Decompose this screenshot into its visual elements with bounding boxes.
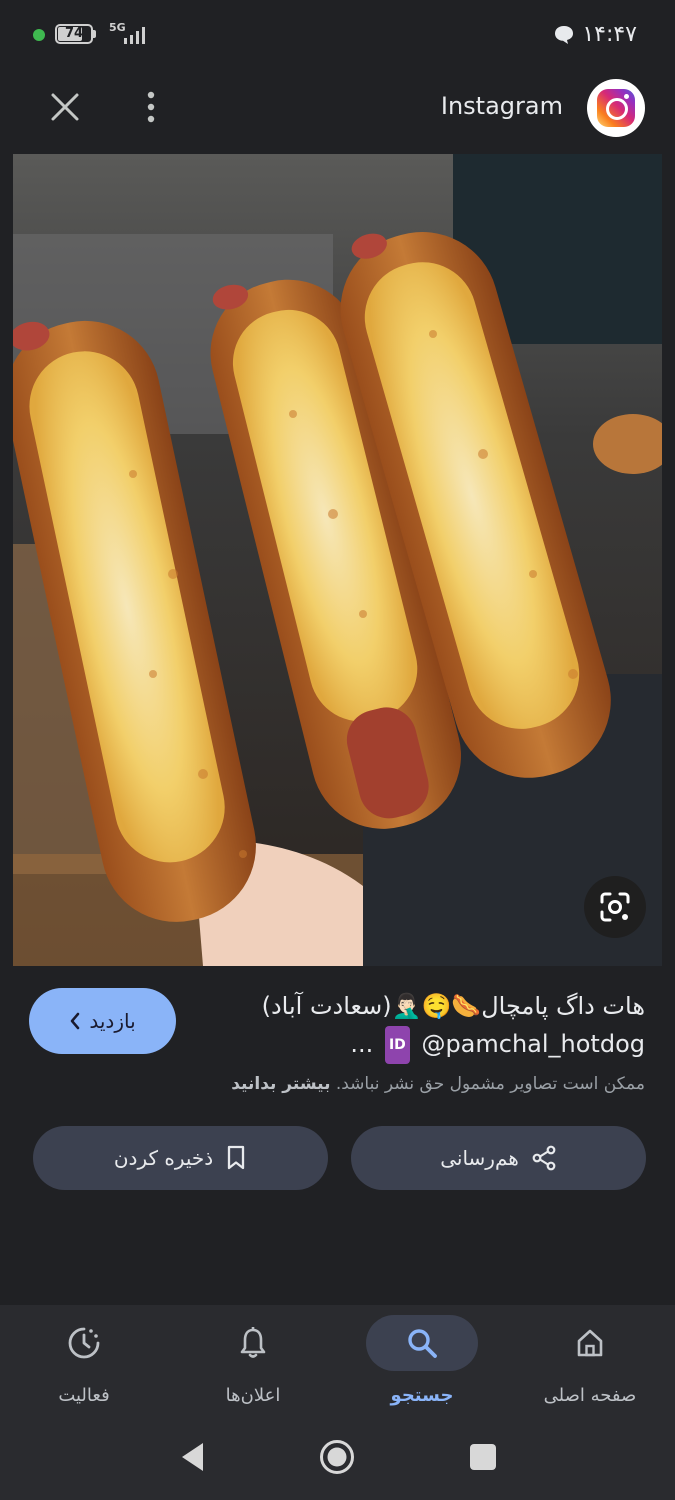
battery-level: 74 [64, 26, 84, 41]
signal-icon [124, 27, 145, 44]
clock: ۱۴:۴۷ [582, 22, 637, 47]
image-title[interactable]: هات داگ پامچال🌭🤤🤦🏻‍♂️(سعادت آباد) [225, 988, 645, 1024]
nav-activity[interactable]: فعالیت [0, 1305, 168, 1406]
chevron-left-icon [71, 1012, 80, 1030]
nav-search-pill [366, 1315, 478, 1371]
nav-home-pill [534, 1315, 646, 1371]
bookmark-icon [228, 1145, 245, 1170]
image-title-line2[interactable]: ... ID @pamchal_hotdog [225, 1026, 645, 1064]
nav-notifications-pill [197, 1315, 309, 1371]
home-icon [577, 1329, 603, 1357]
copyright-notice: ممکن است تصاویر مشمول حق نشر نباشد. بیشت… [45, 1071, 645, 1097]
nav-home-label: صفحه اصلی [543, 1385, 637, 1406]
result-image[interactable] [13, 154, 662, 966]
google-lens-icon [600, 892, 630, 922]
google-lens-button[interactable] [584, 876, 646, 938]
battery-cap [93, 30, 96, 38]
nav-notifications[interactable]: اعلان‌ها [169, 1305, 337, 1406]
hotdog-photo [13, 154, 662, 966]
search-icon [408, 1329, 437, 1358]
system-home-button[interactable] [319, 1439, 355, 1475]
share-icon [532, 1145, 556, 1171]
instagram-handle: @pamchal_hotdog [421, 1030, 645, 1058]
nav-notifications-label: اعلان‌ها [225, 1385, 281, 1406]
status-bar: 74 5G ۱۴:۴۷ [0, 0, 675, 72]
share-button[interactable]: هم‌رسانی [351, 1126, 646, 1190]
source-title[interactable]: Instagram [441, 92, 563, 120]
nav-home[interactable]: صفحه اصلی [506, 1305, 674, 1406]
battery-icon: 74 [55, 24, 93, 44]
message-notification-icon [555, 26, 573, 44]
bell-icon [240, 1327, 266, 1358]
id-badge: ID [384, 1026, 410, 1064]
nav-search-label: جستجو [390, 1385, 454, 1406]
save-button[interactable]: ذخیره کردن [33, 1126, 328, 1190]
recording-indicator [33, 29, 45, 41]
system-back-button[interactable] [178, 1440, 206, 1474]
nav-search[interactable]: جستجو [338, 1305, 506, 1406]
visit-label: بازدید [89, 1009, 136, 1033]
learn-more-link[interactable]: بیشتر بدانید [231, 1074, 330, 1094]
activity-icon [68, 1327, 100, 1359]
share-label: هم‌رسانی [440, 1146, 519, 1170]
ellipsis: ... [350, 1030, 374, 1058]
more-vert-icon[interactable] [143, 90, 159, 124]
system-recents-button[interactable] [470, 1444, 496, 1470]
save-label: ذخیره کردن [113, 1146, 214, 1170]
nav-activity-pill [28, 1315, 140, 1371]
nav-activity-label: فعالیت [58, 1385, 110, 1406]
visit-button[interactable]: بازدید [29, 988, 176, 1054]
instagram-logo[interactable] [587, 79, 645, 137]
instagram-icon [597, 89, 635, 127]
close-icon[interactable] [48, 90, 82, 124]
copyright-text: ممکن است تصاویر مشمول حق نشر نباشد. [335, 1074, 645, 1094]
